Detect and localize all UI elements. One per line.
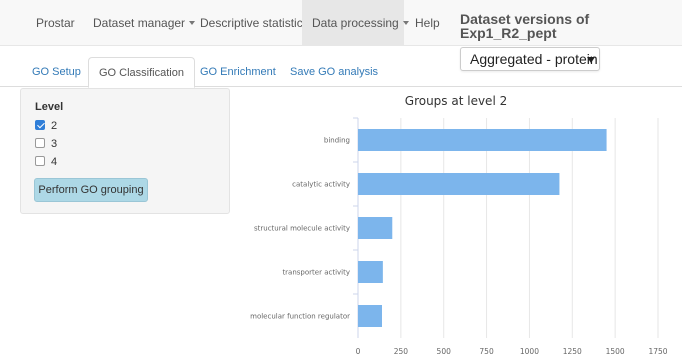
nav-dataset-manager[interactable]: Dataset manager [93,0,196,46]
chart-category-label: structural molecule activity [254,225,350,233]
nav-brand[interactable]: Prostar [36,0,75,46]
level-option-3[interactable]: 3 [35,137,57,151]
chart-bar [358,217,393,239]
level-label: Level [35,101,64,113]
level-option-label: 4 [51,156,58,168]
chart-bar [358,305,382,327]
checkbox-checked-icon[interactable] [35,120,45,130]
chart-category-labels: binding catalytic activity structural mole… [250,137,350,321]
checkbox-icon[interactable] [35,138,45,148]
chart-x-tick-label: 1000 [520,347,539,356]
chart-x-tick-label: 1250 [563,347,582,356]
chart-category-label: catalytic activity [292,181,350,189]
level-option-4[interactable]: 4 [35,155,57,169]
navbar: Prostar Dataset manager Descriptive stat… [0,0,682,46]
chart-x-tick-label: 0 [356,347,361,356]
chart-bars [358,129,607,327]
chart-category-label: molecular function regulator [250,313,350,321]
chart-x-tick-label: 250 [394,347,409,356]
level-option-label: 3 [51,138,58,150]
dropdown-arrow-icon [587,57,595,63]
chart-x-tick-label: 750 [479,347,494,356]
dataset-version-select[interactable]: Aggregated - protein [460,47,600,71]
chart-bar [358,261,383,283]
caret-down-icon [402,20,409,25]
chart-bar [358,129,607,151]
tab-go-classification[interactable]: GO Classification [88,57,195,88]
chart-x-tick-labels: 0 250 500 750 1000 1250 1500 1750 [356,347,668,356]
level-panel: Level 2 3 4 Perform GO grouping [20,88,230,214]
chart-x-tick-label: 1500 [606,347,625,356]
go-groups-bar-chart: Groups at level 2 binding catalytic activ… [250,94,668,356]
nav-data-processing-label: Data processing [312,16,399,30]
chart-bar [358,173,560,195]
nav-descriptive-statistics[interactable]: Descriptive statistics [200,0,309,46]
dataset-versions-title: Dataset versions of Exp1_R2_pept [460,11,590,41]
chart-category-label: transporter activity [282,269,350,277]
level-option-label: 2 [51,120,58,132]
chart-title: Groups at level 2 [405,94,507,108]
caret-down-icon [189,20,196,25]
tab-save-go-analysis[interactable]: Save GO analysis [280,57,388,87]
dataset-version-value: Aggregated - protein [470,51,598,67]
nav-data-processing[interactable]: Data processing [302,0,409,46]
checkbox-icon[interactable] [35,156,45,166]
perform-go-grouping-button[interactable]: Perform GO grouping [34,178,148,202]
nav-dataset-manager-label: Dataset manager [93,16,186,30]
level-option-2[interactable]: 2 [35,119,57,133]
chart-x-tick-label: 1750 [648,347,667,356]
nav-help[interactable]: Help [415,0,440,46]
tab-go-enrichment[interactable]: GO Enrichment [190,57,286,87]
tab-go-setup[interactable]: GO Setup [22,57,91,87]
chart-category-label: binding [324,137,350,145]
chart-x-tick-label: 500 [437,347,452,356]
